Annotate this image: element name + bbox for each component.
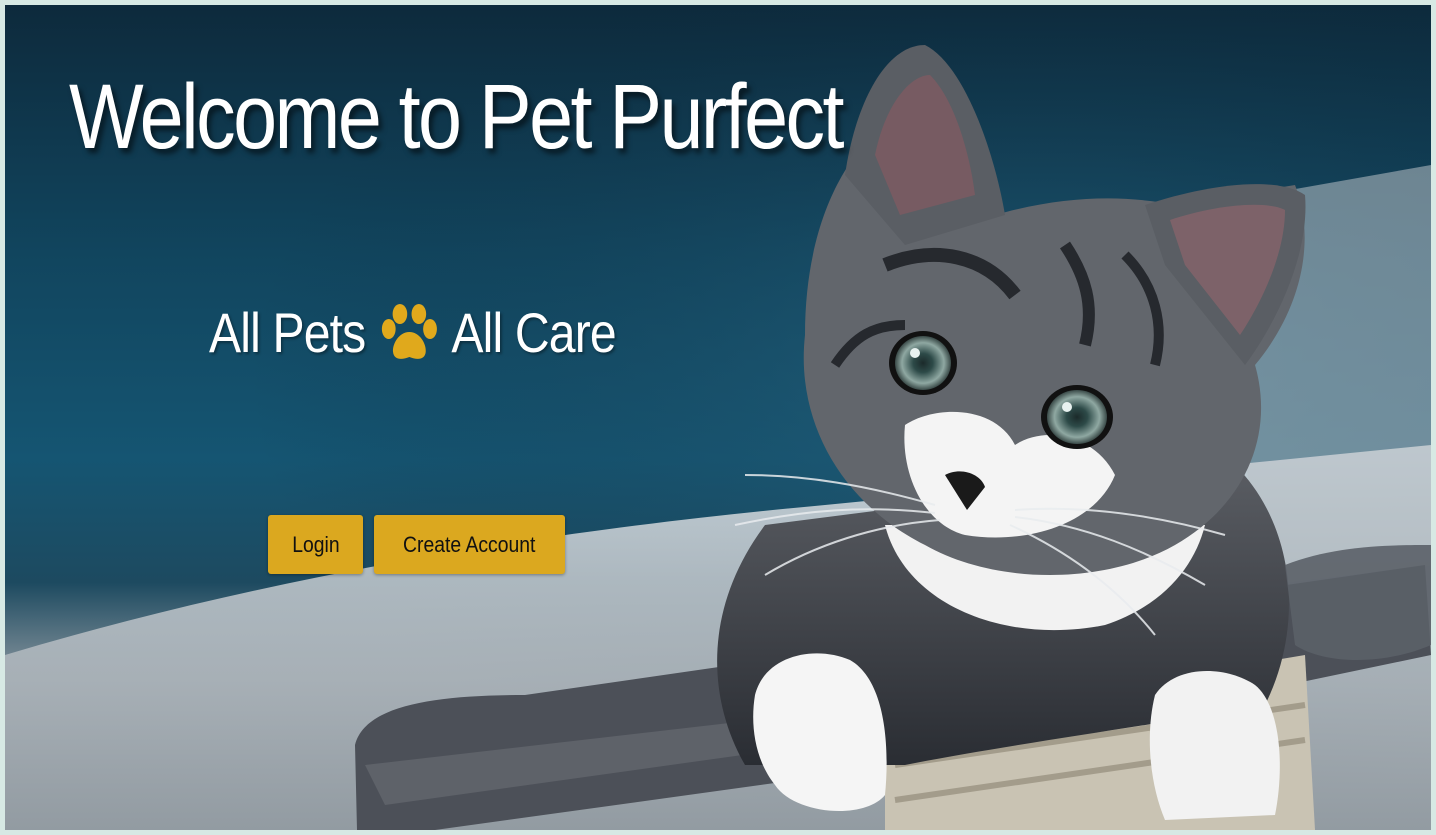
tagline: All Pets All Care	[209, 301, 617, 365]
create-account-button-label: Create Account	[403, 531, 536, 557]
paw-icon	[381, 304, 437, 359]
page-title: Welcome to Pet Purfect	[69, 66, 844, 168]
tagline-left: All Pets	[209, 301, 366, 364]
login-button-label: Login	[291, 531, 340, 557]
tagline-right: All Care	[451, 301, 616, 364]
login-button[interactable]: Login	[268, 515, 363, 574]
hero-section: Welcome to Pet Purfect All Pets All Care…	[5, 5, 1431, 830]
create-account-button[interactable]: Create Account	[374, 515, 565, 574]
